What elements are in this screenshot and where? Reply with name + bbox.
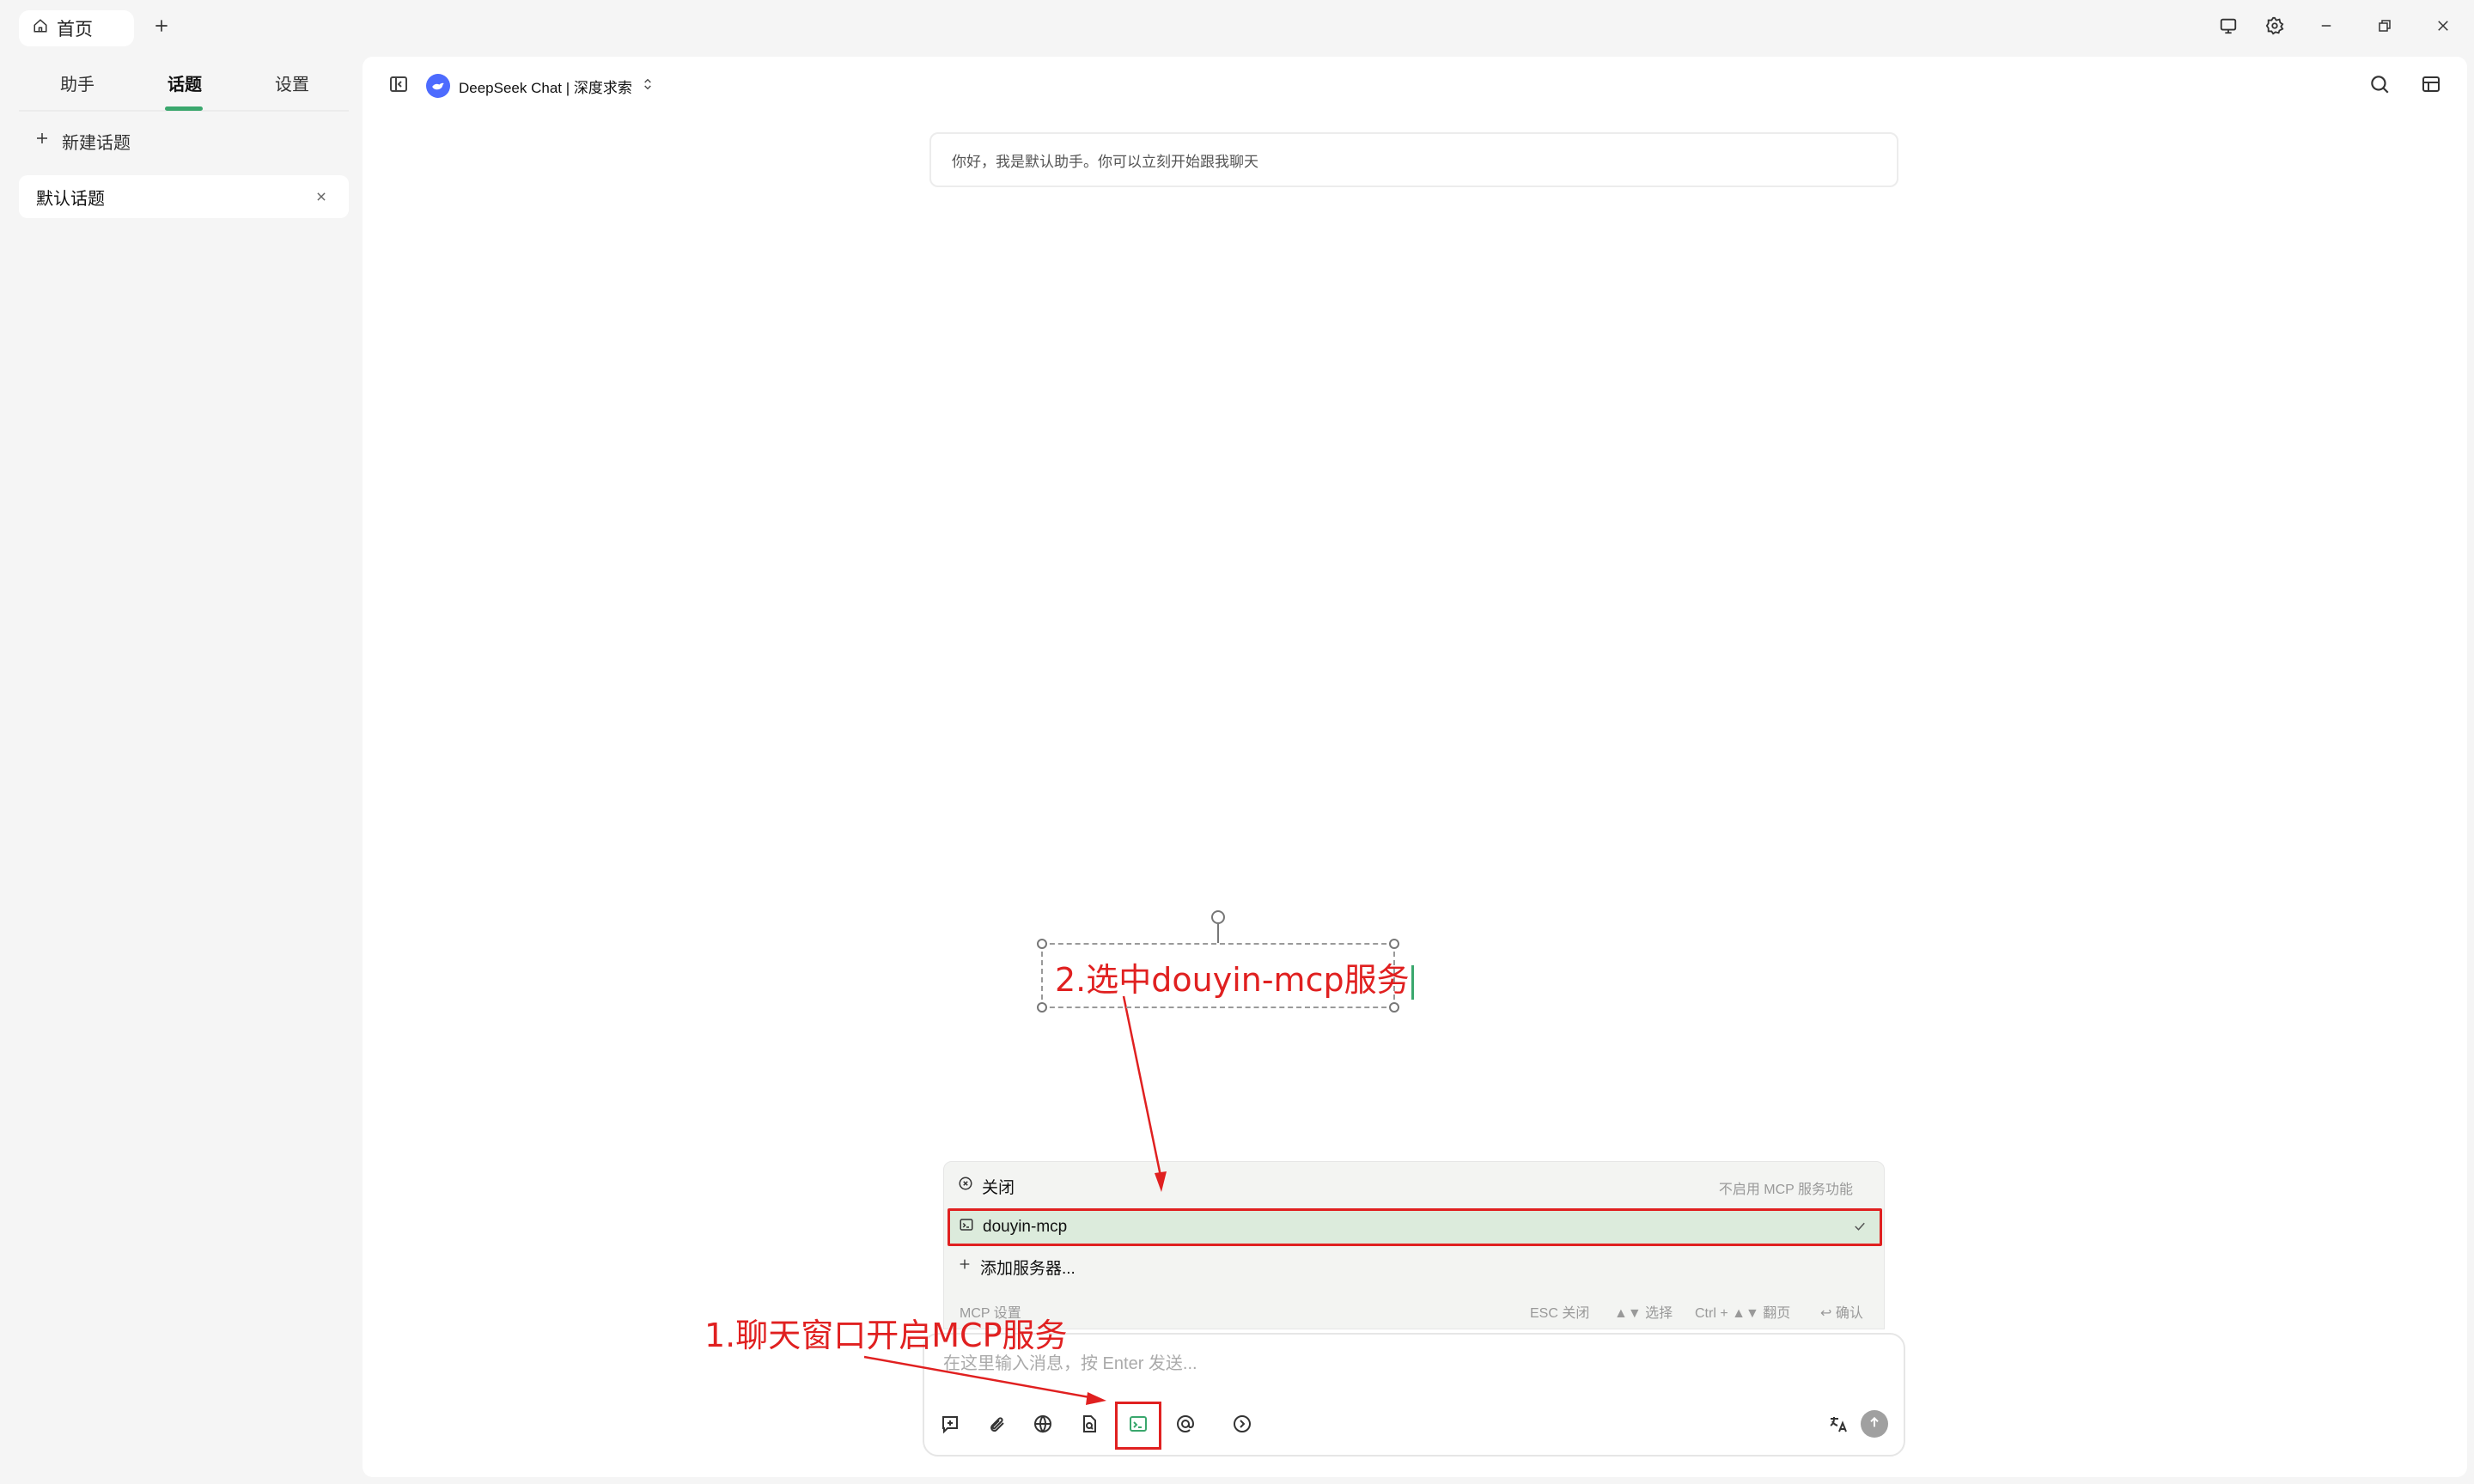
annotation-step2: 2.选中douyin-mcp服务	[1055, 953, 1414, 1000]
annotation-arrows	[863, 924, 1219, 1405]
resize-handle	[1389, 939, 1399, 949]
resize-handle	[1037, 939, 1047, 949]
rotate-handle	[1211, 910, 1225, 924]
resize-handle	[1037, 1002, 1047, 1013]
resize-handle	[1389, 1002, 1399, 1013]
annotation-step2-text: 2.选中douyin-mcp服务	[1055, 961, 1410, 999]
annotation-step1: 1.聊天窗口开启MCP服务	[704, 1317, 1068, 1354]
text-cursor	[1411, 964, 1414, 1000]
